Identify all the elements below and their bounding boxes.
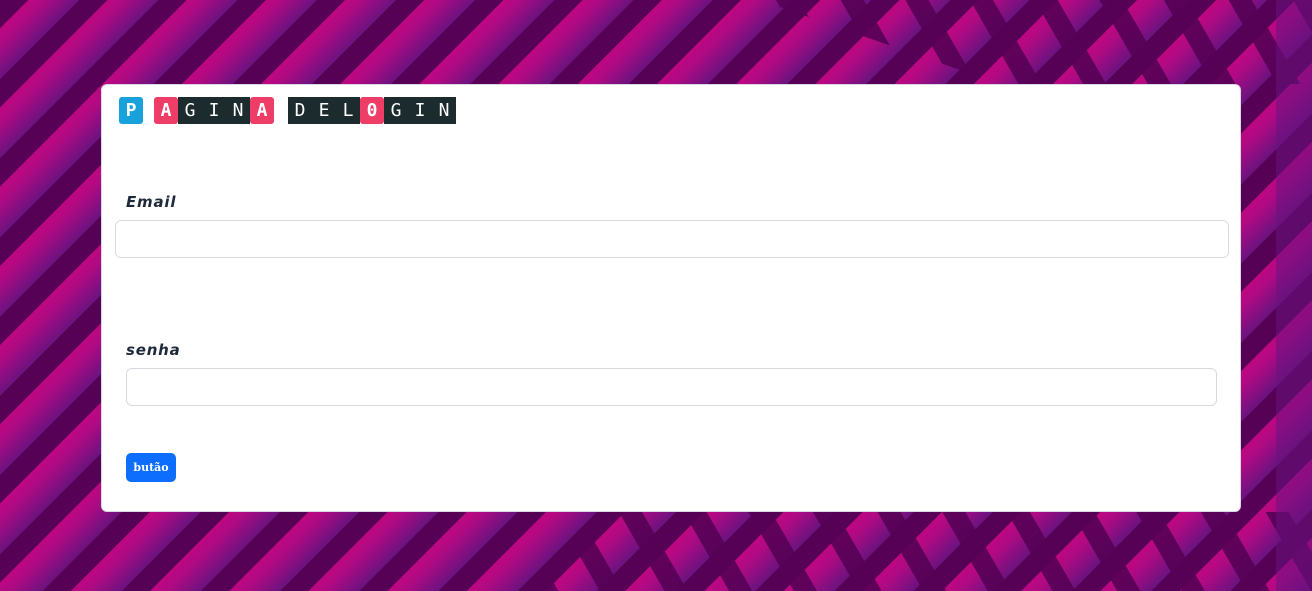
title-letter-tile: D xyxy=(288,97,312,124)
submit-button[interactable]: butão xyxy=(126,453,176,482)
title-letter-tile: G xyxy=(178,97,202,124)
title-letter-tile: N xyxy=(226,97,250,124)
title-letter-tile: I xyxy=(202,97,226,124)
email-field[interactable] xyxy=(115,220,1229,258)
title-letter-tile: 0 xyxy=(360,97,384,124)
page-title: PAGINADEL0GIN xyxy=(119,96,456,125)
title-letter-tile: G xyxy=(384,97,408,124)
title-letter-tile: N xyxy=(432,97,456,124)
title-spacer xyxy=(274,97,288,124)
title-letter-tile: A xyxy=(154,97,178,124)
title-letter-tile: P xyxy=(119,97,143,124)
password-label: senha xyxy=(126,341,181,359)
title-letter-tile: A xyxy=(250,97,274,124)
email-label: Email xyxy=(126,193,177,211)
login-card: PAGINADEL0GIN Email senha butão xyxy=(101,84,1241,512)
password-field[interactable] xyxy=(126,368,1217,406)
title-letter-tile: E xyxy=(312,97,336,124)
title-letter-tile: I xyxy=(408,97,432,124)
title-letter-tile: L xyxy=(336,97,360,124)
